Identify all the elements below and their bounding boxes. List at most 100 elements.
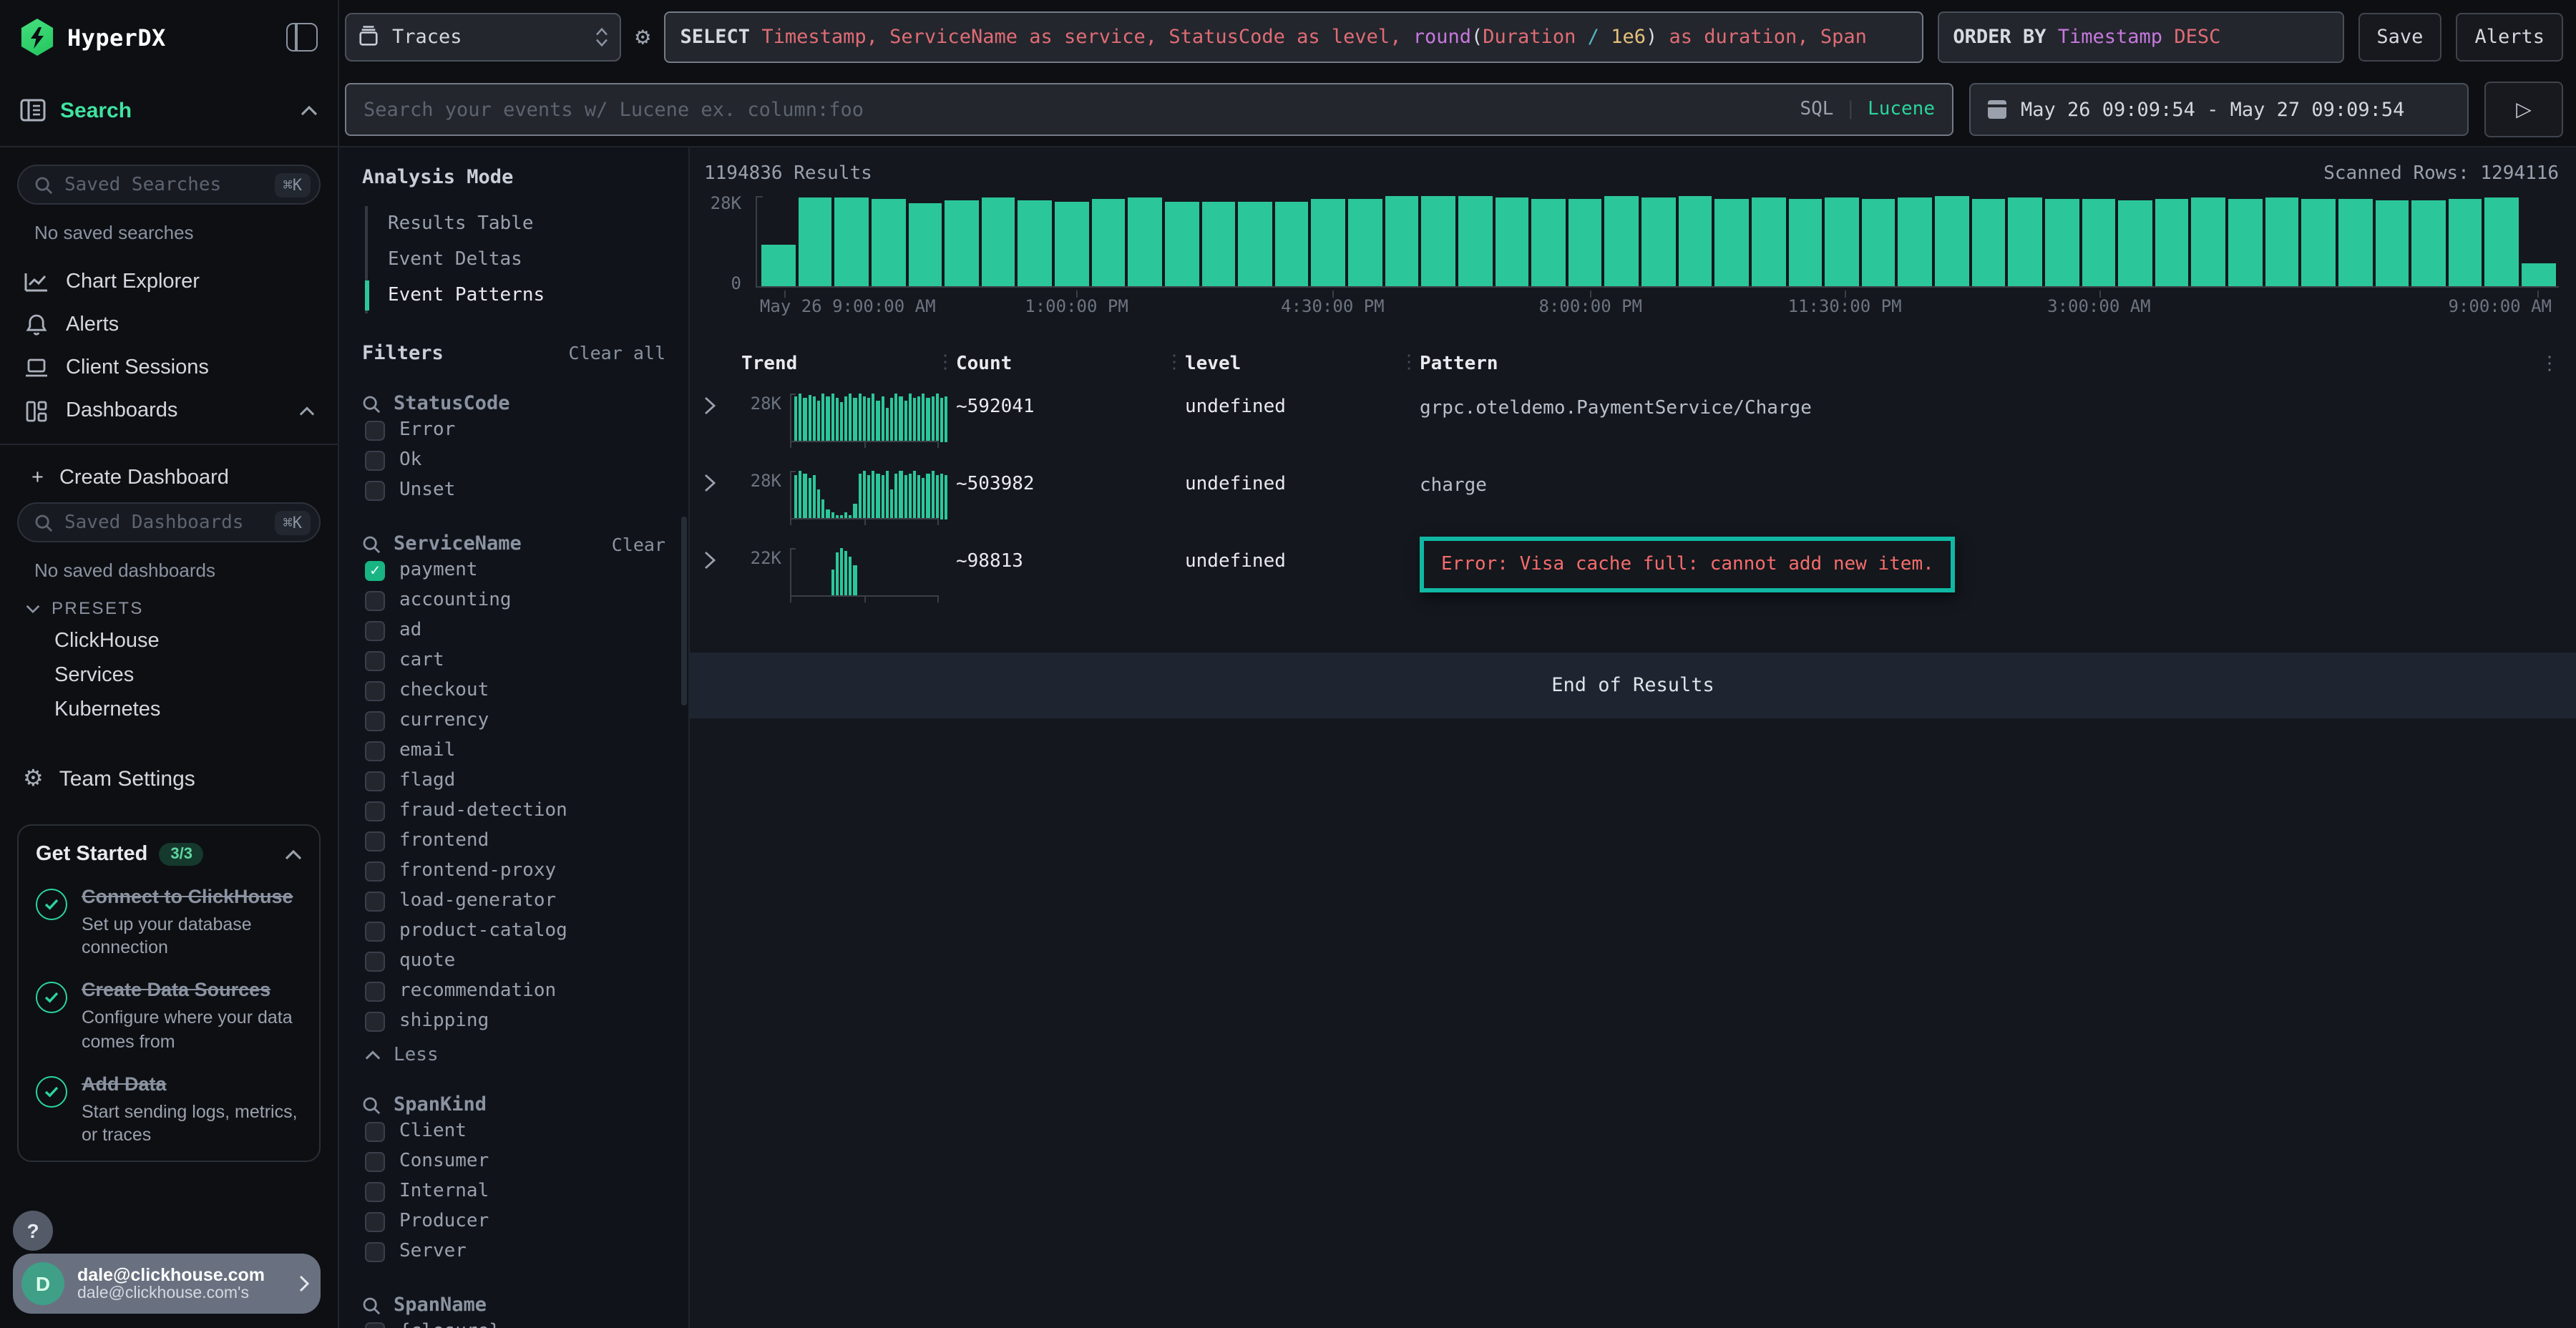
alerts-button[interactable]: Alerts — [2456, 13, 2563, 62]
filter-option[interactable]: ✓ payment — [362, 555, 665, 585]
preset-dashboard-link[interactable]: Kubernetes — [14, 693, 323, 727]
checkbox[interactable]: ✓ — [365, 1322, 385, 1328]
search-icon[interactable] — [362, 1095, 381, 1114]
filter-option[interactable]: ✓ load-generator — [362, 886, 665, 916]
search-icon[interactable] — [362, 1296, 381, 1314]
sidebar-item-dashboards[interactable]: Dashboards — [14, 389, 323, 432]
sidebar-item-alerts[interactable]: Alerts — [14, 303, 323, 346]
show-less-toggle[interactable]: Less — [362, 1045, 665, 1066]
column-header-count[interactable]: Count — [956, 353, 1185, 375]
sidebar-item-chart-explorer[interactable]: Chart Explorer — [14, 260, 323, 303]
expand-row-chevron-icon[interactable] — [704, 469, 741, 538]
user-menu[interactable]: D dale@clickhouse.com dale@clickhouse.co… — [13, 1254, 321, 1314]
filter-option[interactable]: ✓ quote — [362, 946, 665, 976]
filter-option[interactable]: ✓ {closure} — [362, 1317, 665, 1328]
filter-option[interactable]: ✓ Unset — [362, 475, 665, 505]
filter-option[interactable]: ✓ flagd — [362, 766, 665, 796]
expand-row-chevron-icon[interactable] — [704, 392, 741, 461]
filter-option[interactable]: ✓ frontend-proxy — [362, 856, 665, 886]
search-icon[interactable] — [362, 534, 381, 553]
filter-option[interactable]: ✓ ad — [362, 615, 665, 645]
checkbox[interactable]: ✓ — [365, 480, 385, 500]
checkbox[interactable]: ✓ — [365, 921, 385, 941]
analysis-mode-tab[interactable]: Results Table — [368, 206, 665, 242]
expand-row-chevron-icon[interactable] — [704, 547, 741, 615]
order-by-input[interactable]: ORDER BY Timestamp DESC — [1937, 11, 2343, 63]
collapse-sidebar-icon[interactable] — [286, 23, 318, 52]
filter-option[interactable]: ✓ Producer — [362, 1206, 665, 1236]
checkbox[interactable]: ✓ — [365, 1151, 385, 1171]
filter-option[interactable]: ✓ frontend — [362, 826, 665, 856]
filter-option[interactable]: ✓ cart — [362, 645, 665, 675]
filter-option[interactable]: ✓ accounting — [362, 585, 665, 615]
filter-option[interactable]: ✓ Internal — [362, 1176, 665, 1206]
analysis-mode-tab[interactable]: Event Patterns — [368, 278, 665, 313]
checkbox[interactable]: ✓ — [365, 1011, 385, 1031]
source-settings-gear-icon[interactable]: ⚙ — [635, 23, 650, 52]
checkbox[interactable]: ✓ — [365, 650, 385, 670]
save-button[interactable]: Save — [2358, 13, 2441, 62]
checkbox[interactable]: ✓ — [365, 711, 385, 731]
preset-dashboard-link[interactable]: ClickHouse — [14, 624, 323, 658]
checkbox[interactable]: ✓ — [365, 981, 385, 1001]
sidebar-item-client-sessions[interactable]: Client Sessions — [14, 346, 323, 389]
filter-option[interactable]: ✓ currency — [362, 706, 665, 736]
checkbox[interactable]: ✓ — [365, 891, 385, 911]
chevron-up-icon[interactable] — [301, 105, 318, 115]
checkbox[interactable]: ✓ — [365, 680, 385, 700]
presets-toggle[interactable]: PRESETS — [14, 587, 323, 624]
checkbox[interactable]: ✓ — [365, 861, 385, 881]
checkbox[interactable]: ✓ — [365, 450, 385, 470]
checkbox[interactable]: ✓ — [365, 951, 385, 971]
column-header-trend[interactable]: Trend — [741, 353, 956, 375]
search-icon[interactable] — [362, 394, 381, 413]
filter-option[interactable]: ✓ Client — [362, 1116, 665, 1146]
analysis-mode-tab[interactable]: Event Deltas — [368, 242, 665, 278]
get-started-item[interactable]: Connect to ClickHouse Set up your databa… — [36, 886, 302, 960]
checkbox[interactable]: ✓ — [365, 831, 385, 851]
checkbox[interactable]: ✓ — [365, 1211, 385, 1231]
checkbox[interactable]: ✓ — [365, 1121, 385, 1141]
mode-sql[interactable]: SQL — [1800, 99, 1833, 121]
date-range-picker[interactable]: May 26 09:09:54 - May 27 09:09:54 — [1969, 84, 2469, 137]
create-dashboard-button[interactable]: + Create Dashboard — [14, 456, 323, 499]
checkbox[interactable]: ✓ — [365, 771, 385, 791]
filter-option[interactable]: ✓ fraud-detection — [362, 796, 665, 826]
get-started-item[interactable]: Create Data Sources Configure where your… — [36, 980, 302, 1053]
sql-select-input[interactable]: SELECT Timestamp, ServiceName as service… — [665, 11, 1923, 63]
histogram-bars[interactable] — [756, 196, 2559, 288]
checkbox[interactable]: ✓ — [365, 741, 385, 761]
filter-option[interactable]: ✓ Error — [362, 415, 665, 445]
checkbox[interactable]: ✓ — [365, 560, 385, 580]
checkbox[interactable]: ✓ — [365, 420, 385, 440]
table-menu-icon[interactable]: ⋮ — [2524, 353, 2559, 375]
filter-option[interactable]: ✓ shipping — [362, 1006, 665, 1036]
checkbox[interactable]: ✓ — [365, 620, 385, 640]
checkbox[interactable]: ✓ — [365, 1181, 385, 1201]
checkbox[interactable]: ✓ — [365, 590, 385, 610]
clear-all-button[interactable]: Clear all — [569, 342, 665, 363]
filter-option[interactable]: ✓ recommendation — [362, 976, 665, 1006]
filter-option[interactable]: ✓ email — [362, 736, 665, 766]
scrollbar-thumb[interactable] — [681, 517, 687, 706]
saved-dashboards-input[interactable]: Saved Dashboards ⌘K — [17, 502, 321, 542]
chevron-up-icon[interactable] — [299, 406, 315, 416]
filter-option[interactable]: ✓ Server — [362, 1236, 665, 1266]
saved-searches-input[interactable]: Saved Searches ⌘K — [17, 165, 321, 205]
column-header-pattern[interactable]: Pattern — [1420, 353, 2524, 375]
mode-lucene[interactable]: Lucene — [1868, 99, 1935, 121]
get-started-item[interactable]: Add Data Start sending logs, metrics, or… — [36, 1073, 302, 1147]
checkbox[interactable]: ✓ — [365, 801, 385, 821]
source-select[interactable]: Traces — [345, 13, 621, 62]
query-language-toggle[interactable]: SQL | Lucene — [1800, 99, 1935, 121]
column-header-level[interactable]: level — [1185, 353, 1420, 375]
checkbox[interactable]: ✓ — [365, 1241, 385, 1261]
filter-option[interactable]: ✓ checkout — [362, 675, 665, 706]
search-input[interactable]: Search your events w/ Lucene ex. column:… — [345, 84, 1953, 137]
preset-dashboard-link[interactable]: Services — [14, 658, 323, 693]
chevron-up-icon[interactable] — [285, 849, 302, 859]
filter-option[interactable]: ✓ Ok — [362, 445, 665, 475]
filter-option[interactable]: ✓ product-catalog — [362, 916, 665, 946]
sidebar-item-team-settings[interactable]: ⚙ Team Settings — [14, 764, 323, 793]
help-button[interactable]: ? — [13, 1211, 53, 1251]
